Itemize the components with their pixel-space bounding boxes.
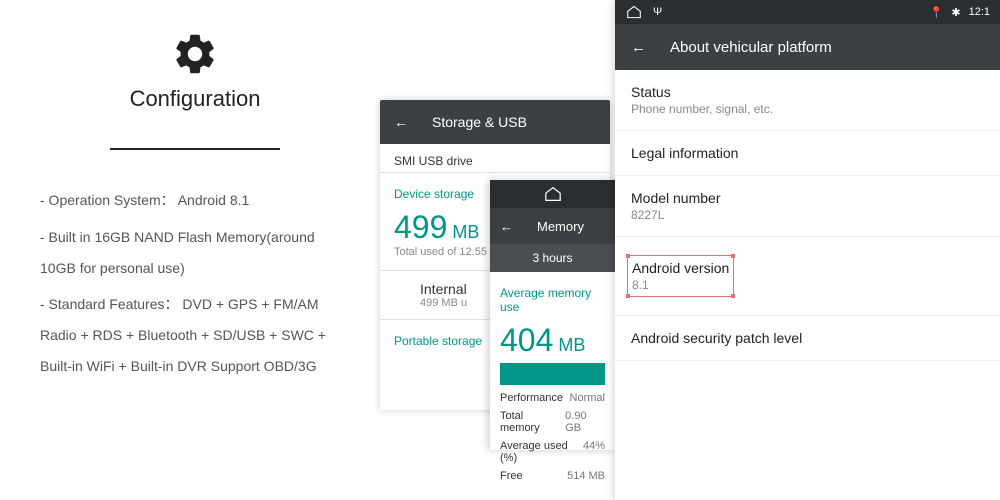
memory-header: ← Memory	[490, 208, 615, 244]
patch-level-item[interactable]: Android security patch level	[615, 316, 1000, 361]
memory-screenshot: ← Memory 3 hours Average memory use 404 …	[490, 180, 615, 450]
perf-row: PerformanceNormal	[490, 389, 615, 407]
memory-duration-tab[interactable]: 3 hours	[490, 244, 615, 272]
android-version-sub: 8.1	[632, 278, 729, 292]
model-item[interactable]: Model number 8227L	[615, 176, 1000, 237]
home-icon[interactable]	[625, 5, 643, 19]
config-line-memory: - Built in 16GB NAND Flash Memory(around…	[40, 222, 350, 284]
status-time: 12:1	[969, 6, 990, 18]
avg-pct-row: Average used (%)44%	[490, 437, 615, 467]
memory-header-title: Memory	[537, 219, 584, 234]
avg-memory-label: Average memory use	[490, 272, 615, 318]
storage-header-title: Storage & USB	[432, 114, 527, 130]
memory-usage-bar	[500, 363, 605, 385]
status-bar: Ψ 📍 ✱ 12:1	[615, 0, 1000, 24]
location-icon: 📍	[930, 6, 944, 19]
about-header: ← About vehicular platform	[615, 24, 1000, 70]
config-title: Configuration	[110, 86, 280, 118]
avg-memory-value: 404 MB	[490, 318, 615, 359]
back-arrow-icon[interactable]: ←	[394, 114, 408, 130]
about-header-title: About vehicular platform	[670, 39, 832, 56]
highlight-box: Android version 8.1	[627, 255, 734, 297]
config-panel: Configuration - Operation System： Androi…	[0, 0, 380, 500]
status-sub: Phone number, signal, etc.	[631, 102, 984, 116]
legal-title: Legal information	[631, 145, 984, 161]
back-arrow-icon[interactable]: ←	[631, 39, 646, 56]
about-screenshot: Ψ 📍 ✱ 12:1 ← About vehicular platform St…	[615, 0, 1000, 500]
title-underline	[110, 148, 280, 150]
patch-title: Android security patch level	[631, 330, 984, 346]
config-line-features: - Standard Features： DVD + GPS + FM/AM R…	[40, 289, 350, 381]
free-mem-row: Free514 MB	[490, 467, 615, 485]
legal-item[interactable]: Legal information	[615, 131, 1000, 176]
status-title: Status	[631, 84, 984, 100]
total-mem-row: Total memory0.90 GB	[490, 407, 615, 437]
android-version-item[interactable]: Android version 8.1	[615, 237, 1000, 316]
config-line-os: - Operation System： Android 8.1	[40, 185, 350, 216]
usb-icon: Ψ	[653, 6, 662, 18]
gear-icon	[40, 30, 350, 78]
smi-label[interactable]: SMI USB drive	[380, 144, 610, 172]
memory-nav-bar	[490, 180, 615, 208]
model-title: Model number	[631, 190, 984, 206]
android-version-title: Android version	[632, 260, 729, 276]
back-arrow-icon[interactable]: ←	[500, 219, 513, 234]
model-sub: 8227L	[631, 208, 984, 222]
storage-header: ← Storage & USB	[380, 100, 610, 144]
home-icon[interactable]	[543, 186, 563, 202]
bluetooth-icon: ✱	[951, 6, 960, 19]
status-item[interactable]: Status Phone number, signal, etc.	[615, 70, 1000, 131]
